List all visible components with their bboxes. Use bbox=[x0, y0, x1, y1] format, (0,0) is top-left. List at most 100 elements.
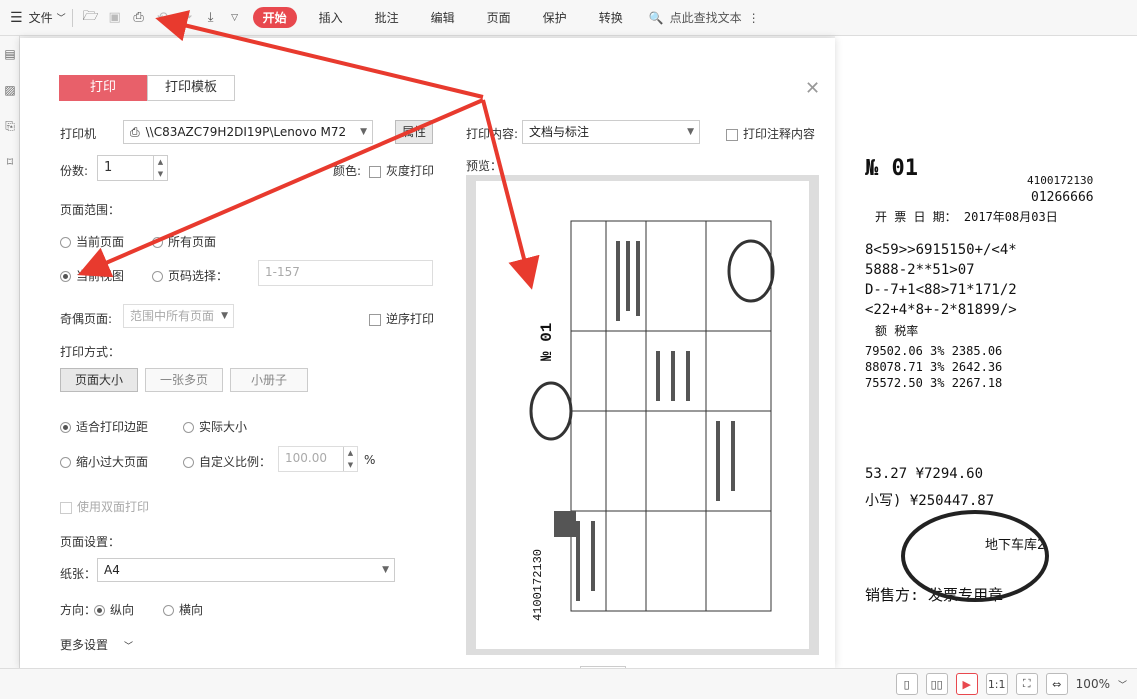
cipher-line: D--7+1<88>71*171/2 bbox=[865, 282, 1017, 298]
grayscale-option[interactable]: 灰度打印 bbox=[369, 162, 434, 179]
open-folder-icon[interactable]: 🗁 bbox=[79, 6, 103, 30]
stepper-arrows[interactable]: ▲ ▼ bbox=[343, 447, 357, 471]
all-pages-option[interactable]: 所有页面 bbox=[152, 233, 216, 250]
document-page: № 01 4100172130 01266666 开 票 日 期： 2017年0… bbox=[835, 36, 1137, 668]
bookmark-icon[interactable]: ⌑ bbox=[0, 144, 20, 180]
duplex-label: 使用双面打印 bbox=[77, 500, 150, 514]
mode-booklet-button[interactable]: 小册子 bbox=[230, 368, 308, 392]
actual-size-icon[interactable]: 1:1 bbox=[985, 673, 1008, 695]
print-annotations-checkbox[interactable] bbox=[726, 128, 738, 141]
tab-annotate[interactable]: 批注 bbox=[365, 7, 409, 28]
chevron-down-icon: ▼ bbox=[382, 565, 389, 575]
shrink-oversize-option[interactable]: 缩小过大页面 bbox=[60, 453, 148, 470]
mode-page-size-button[interactable]: 页面大小 bbox=[60, 368, 138, 392]
odd-even-select[interactable]: 范围中所有页面 ▼ bbox=[123, 304, 234, 328]
more-settings-toggle[interactable]: 更多设置 ﹀ bbox=[60, 636, 133, 653]
copies-stepper[interactable]: 1 ▲ ▼ bbox=[97, 155, 168, 181]
search-icon: 🔍 bbox=[648, 10, 664, 25]
all-pages-label: 所有页面 bbox=[168, 235, 217, 249]
play-icon[interactable]: ▶ bbox=[955, 673, 978, 695]
current-page-radio[interactable] bbox=[60, 237, 71, 248]
scale-stepper[interactable]: 100.00 ▲ ▼ bbox=[278, 446, 358, 472]
fit-margins-option[interactable]: 适合打印边距 bbox=[60, 418, 148, 435]
print-annotations-option[interactable]: 打印注释内容 bbox=[726, 125, 815, 142]
undo-icon[interactable]: ↶ bbox=[151, 6, 175, 30]
current-view-radio[interactable] bbox=[60, 271, 71, 282]
grayscale-checkbox[interactable] bbox=[369, 165, 381, 178]
portrait-radio[interactable] bbox=[94, 605, 105, 616]
percent-sign: % bbox=[364, 453, 376, 467]
page-select-input[interactable]: 1-157 bbox=[258, 260, 433, 286]
paper-label: 纸张： bbox=[60, 567, 97, 581]
attachment-icon[interactable]: ⎘ bbox=[0, 108, 20, 144]
grayscale-label: 灰度打印 bbox=[386, 164, 435, 178]
tab-edit[interactable]: 编辑 bbox=[421, 7, 465, 28]
stepper-arrows[interactable]: ▲ ▼ bbox=[153, 156, 167, 180]
more-dropdown-icon[interactable]: ▽ bbox=[223, 6, 247, 30]
paper-select[interactable]: A4 ▼ bbox=[97, 558, 395, 582]
fit-width-icon[interactable]: ⇔ bbox=[1045, 673, 1068, 695]
cipher-line: 8<59>>6915150+/<4* bbox=[865, 242, 1017, 258]
reverse-print-option[interactable]: 逆序打印 bbox=[369, 310, 434, 327]
current-view-option[interactable]: 当前视图 bbox=[60, 267, 124, 284]
chevron-down-icon: ▼ bbox=[687, 127, 694, 137]
actual-size-radio[interactable] bbox=[183, 422, 194, 433]
custom-scale-option[interactable]: 自定义比例： bbox=[183, 453, 271, 470]
zoom-level[interactable]: 100% bbox=[1076, 677, 1110, 691]
tab-page[interactable]: 页面 bbox=[477, 7, 521, 28]
chevron-down-icon: ﹀ bbox=[124, 642, 134, 652]
duplex-checkbox[interactable] bbox=[60, 501, 72, 514]
thumbnail-icon[interactable]: ▤ bbox=[0, 36, 20, 72]
print-content-value: 文档与标注 bbox=[529, 125, 590, 139]
print-content-select[interactable]: 文档与标注 ▼ bbox=[522, 120, 700, 144]
landscape-option[interactable]: 横向 bbox=[163, 601, 203, 618]
copies-label: 份数: bbox=[60, 164, 89, 178]
tab-print[interactable]: 打印 bbox=[59, 75, 147, 101]
actual-size-option[interactable]: 实际大小 bbox=[183, 418, 247, 435]
image-icon[interactable]: ▨ bbox=[0, 72, 20, 108]
reverse-print-checkbox[interactable] bbox=[369, 313, 381, 326]
left-sidebar: ▤ ▨ ⎘ ⌑ bbox=[0, 36, 20, 676]
save-icon[interactable]: ▣ bbox=[103, 6, 127, 30]
tab-protect[interactable]: 保护 bbox=[533, 7, 577, 28]
tab-start[interactable]: 开始 bbox=[252, 7, 297, 28]
tab-print-template[interactable]: 打印模板 bbox=[147, 75, 235, 101]
single-page-view-icon[interactable]: ▯ bbox=[895, 673, 918, 695]
page-select-option[interactable]: 页码选择： bbox=[152, 267, 228, 284]
preview-page: № 01 4100172130 bbox=[476, 181, 809, 649]
printer-select[interactable]: ⎙ \\C83AZC79H2DI19P\Lenovo M72 ▼ bbox=[123, 120, 373, 144]
portrait-option[interactable]: 纵向 bbox=[94, 601, 134, 618]
odd-even-value: 范围中所有页面 bbox=[130, 309, 215, 323]
fit-margins-radio[interactable] bbox=[60, 422, 71, 433]
duplex-option[interactable]: 使用双面打印 bbox=[60, 498, 149, 515]
file-menu[interactable]: ☰ 文件 ﹀ bbox=[0, 9, 66, 26]
page-range-label: 页面范围： bbox=[60, 203, 121, 217]
properties-button[interactable]: 属性 bbox=[395, 120, 433, 144]
tab-convert[interactable]: 转换 bbox=[589, 7, 633, 28]
search-box[interactable]: 🔍 点此查找文本 ⋮ bbox=[649, 9, 760, 26]
scale-value: 100.00 bbox=[285, 451, 327, 465]
mode-multi-page-button[interactable]: 一张多页 bbox=[145, 368, 223, 392]
custom-scale-radio[interactable] bbox=[183, 457, 194, 468]
tab-insert[interactable]: 插入 bbox=[309, 7, 353, 28]
export-icon[interactable]: ⤓ bbox=[199, 6, 223, 30]
redo-icon[interactable]: ↷ bbox=[175, 6, 199, 30]
current-page-option[interactable]: 当前页面 bbox=[60, 233, 124, 250]
two-page-view-icon[interactable]: ▯▯ bbox=[925, 673, 948, 695]
color-label: 颜色: bbox=[333, 164, 362, 178]
shrink-oversize-label: 缩小过大页面 bbox=[76, 455, 149, 469]
toolbar-divider bbox=[71, 8, 73, 27]
current-page-label: 当前页面 bbox=[76, 235, 125, 249]
fit-page-icon[interactable]: ⛶ bbox=[1015, 673, 1038, 695]
table-row: 79502.06 3% 2385.06 bbox=[865, 344, 1003, 358]
shrink-oversize-radio[interactable] bbox=[60, 457, 71, 468]
page-select-radio[interactable] bbox=[152, 271, 163, 282]
printer-label: 打印机 bbox=[60, 127, 97, 141]
preview-area: № 01 4100172130 bbox=[466, 175, 819, 655]
all-pages-radio[interactable] bbox=[152, 237, 163, 248]
print-icon[interactable]: ⎙ bbox=[127, 6, 151, 30]
close-icon[interactable]: ✕ bbox=[805, 78, 820, 99]
chevron-down-icon[interactable]: ﹀ bbox=[1118, 678, 1127, 691]
more-icon[interactable]: ⋮ bbox=[748, 11, 760, 25]
landscape-radio[interactable] bbox=[163, 605, 174, 616]
